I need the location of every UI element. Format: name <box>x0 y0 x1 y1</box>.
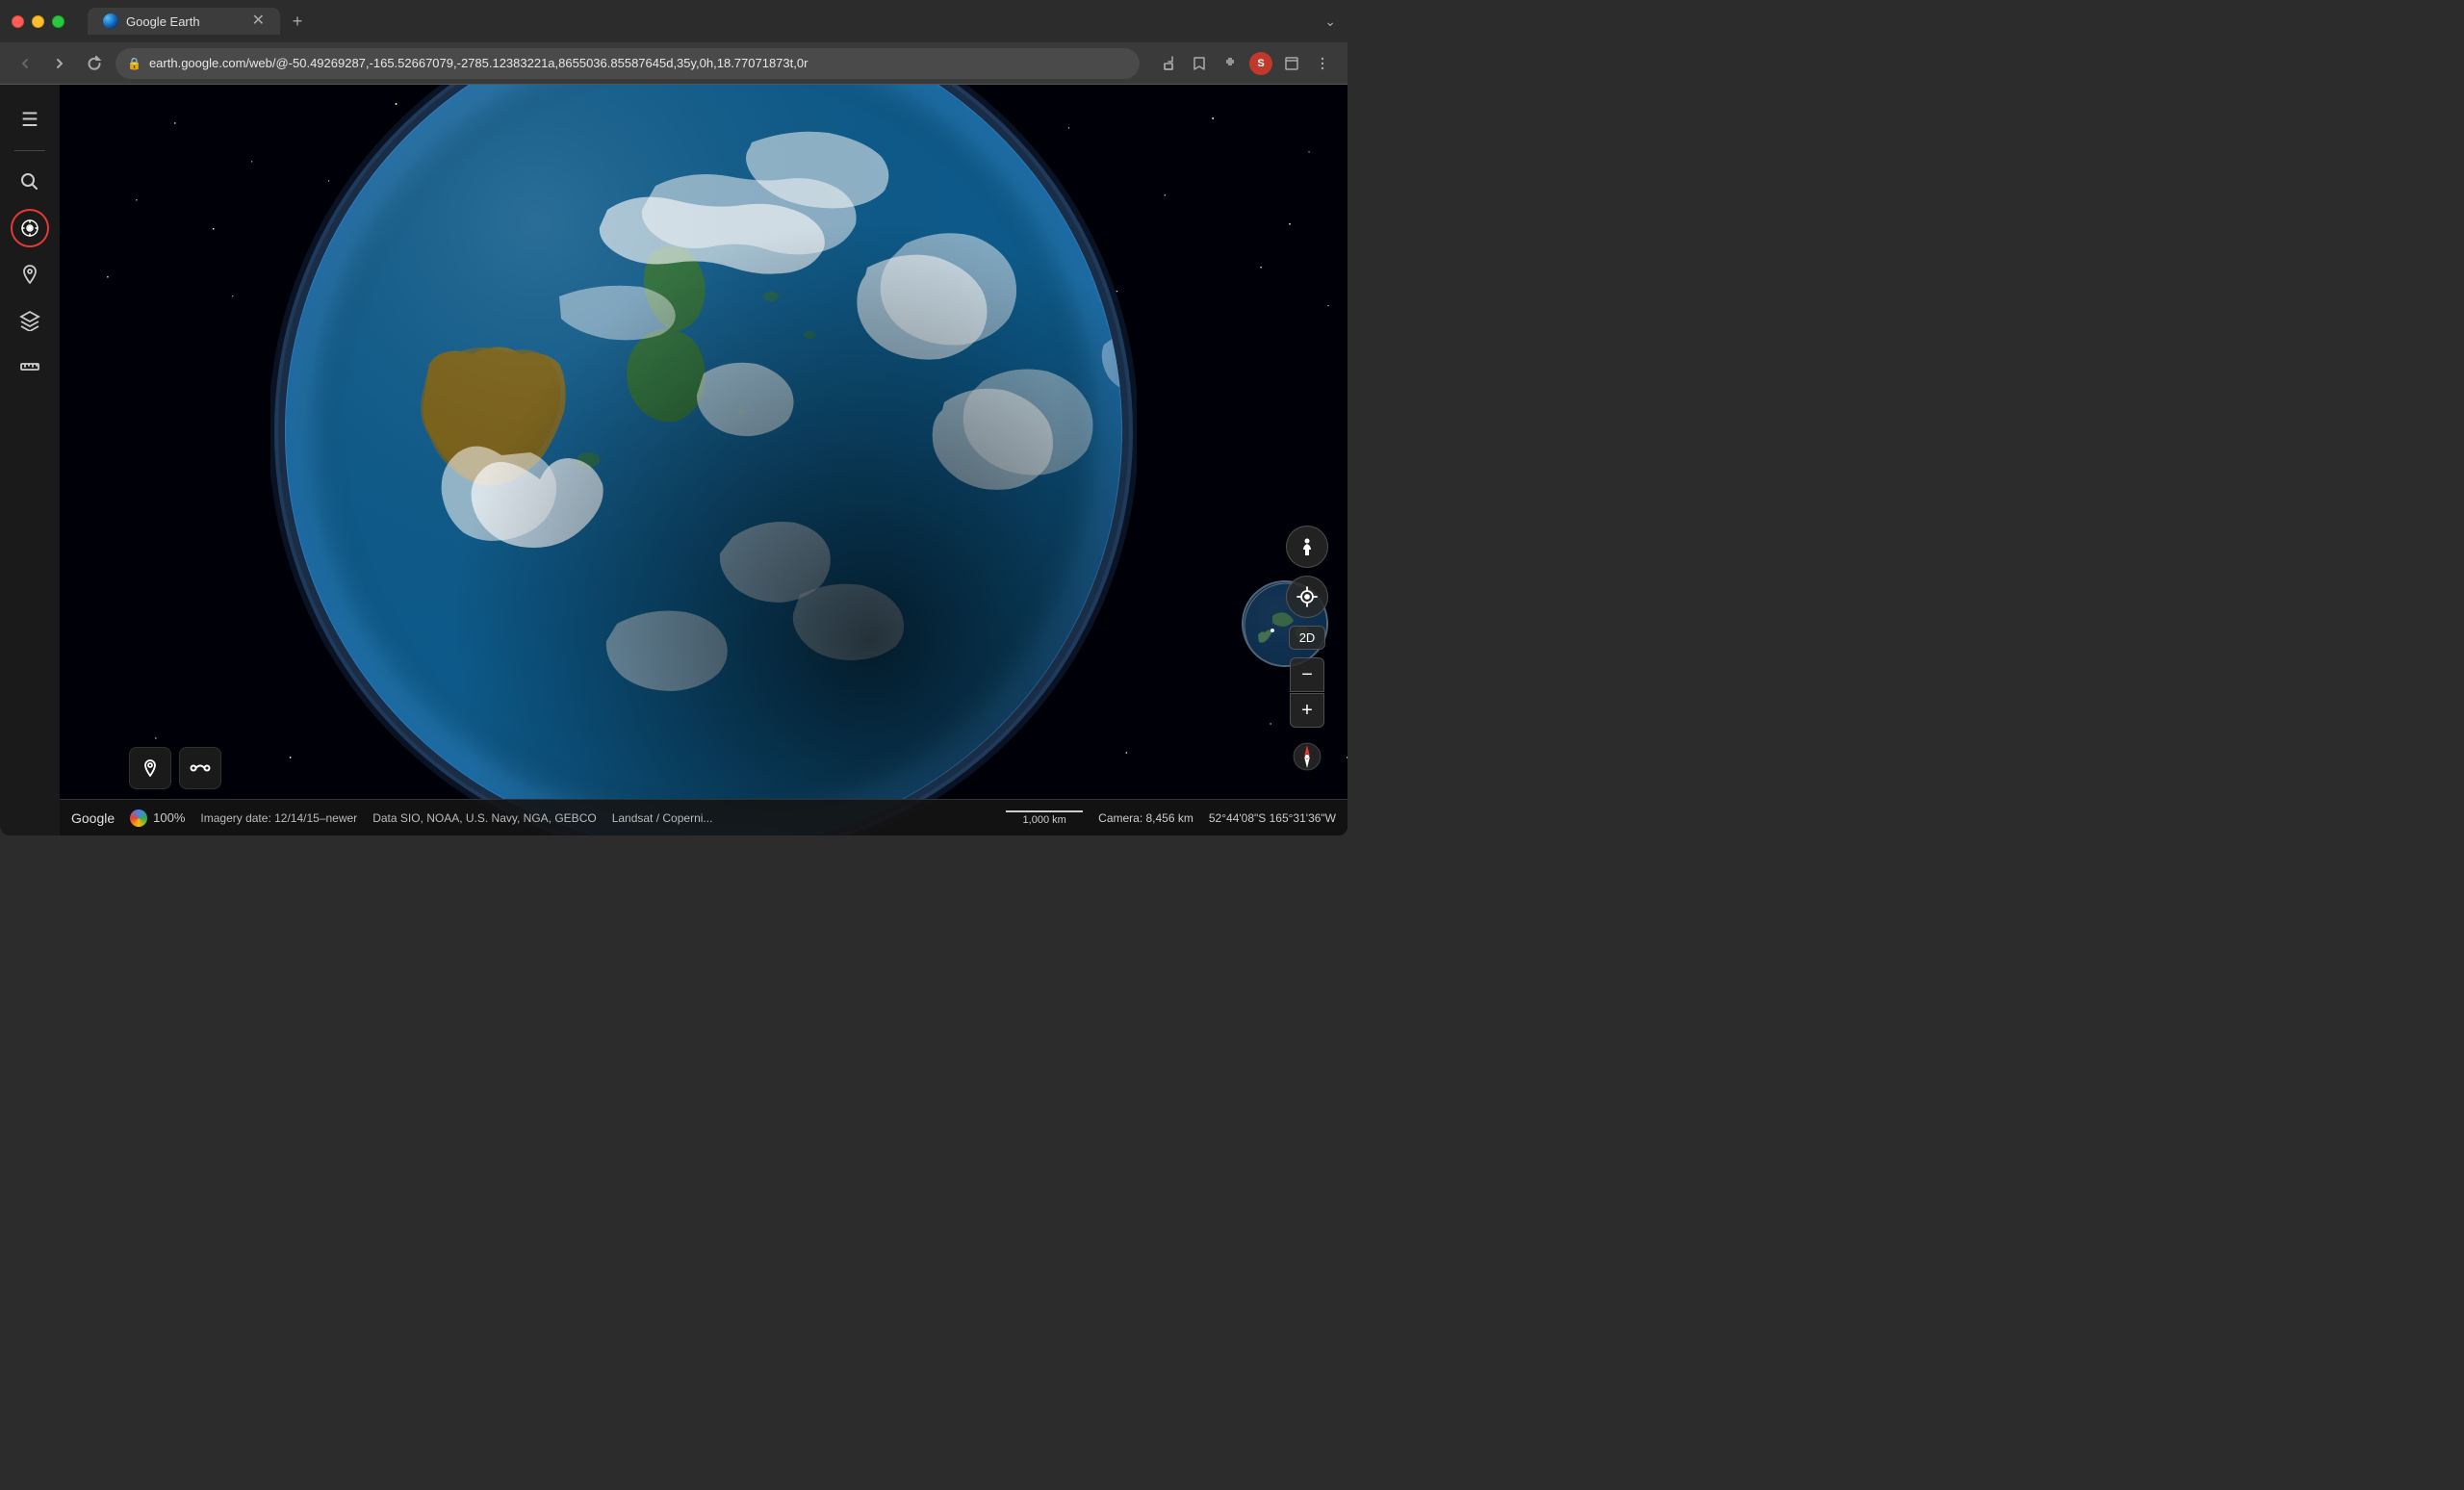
sidebar: ☰ <box>0 85 60 835</box>
earth-view <box>60 85 1348 835</box>
earth-globe <box>270 85 1137 835</box>
route-button[interactable] <box>179 747 221 789</box>
main-area: ☰ <box>0 85 1348 835</box>
scale-indicator: 1,000 km <box>1006 810 1083 826</box>
zoom-minus-button[interactable]: − <box>1290 657 1324 692</box>
back-button[interactable] <box>12 50 38 77</box>
imagery-date: Imagery date: 12/14/15–newer <box>200 811 357 825</box>
maximize-button[interactable] <box>52 15 64 28</box>
tab-favicon <box>103 13 118 29</box>
loading-percent: 100% <box>153 810 185 825</box>
locate-button[interactable] <box>1286 576 1328 618</box>
imagery-attribution: Landsat / Coperni... <box>612 811 713 825</box>
nav-bar: 🔒 earth.google.com/web/@-50.49269287,-16… <box>0 42 1348 85</box>
window-button[interactable] <box>1278 50 1305 77</box>
close-button[interactable] <box>12 15 24 28</box>
forward-button[interactable] <box>46 50 73 77</box>
loading-spinner <box>130 809 147 827</box>
right-controls: 2D − + <box>1286 526 1328 778</box>
refresh-button[interactable] <box>81 50 108 77</box>
voyager-icon-button[interactable] <box>11 209 49 247</box>
lock-icon: 🔒 <box>127 57 141 70</box>
new-tab-button[interactable]: + <box>284 8 311 35</box>
bottom-toolbar <box>129 747 221 789</box>
compass-button[interactable] <box>1286 735 1328 778</box>
traffic-lights <box>12 15 64 28</box>
map-area[interactable]: 2D − + <box>60 85 1348 835</box>
layers-icon-button[interactable] <box>11 301 49 340</box>
menu-button[interactable] <box>1309 50 1336 77</box>
coordinates: 52°44'08"S 165°31'36"W <box>1209 811 1336 825</box>
sidebar-menu-button[interactable]: ☰ <box>11 100 49 139</box>
share-button[interactable] <box>1155 50 1182 77</box>
street-view-button[interactable] <box>1286 526 1328 568</box>
scale-bar: 1,000 km <box>1006 810 1083 826</box>
zoom-plus-button[interactable]: + <box>1290 693 1324 728</box>
location-pin-button[interactable] <box>129 747 171 789</box>
tab-close-button[interactable]: ✕ <box>252 13 265 29</box>
window-chevron[interactable]: ⌄ <box>1324 13 1336 30</box>
data-attribution: Data SIO, NOAA, U.S. Navy, NGA, GEBCO <box>372 811 597 825</box>
scale-line <box>1006 810 1083 812</box>
sidebar-divider-1 <box>14 150 45 151</box>
measure-icon-button[interactable] <box>11 347 49 386</box>
tab-bar: Google Earth ✕ + ⌄ <box>88 8 1336 35</box>
search-icon-button[interactable] <box>11 163 49 201</box>
avatar: S <box>1249 52 1272 75</box>
places-icon-button[interactable] <box>11 255 49 294</box>
extensions-button[interactable] <box>1217 50 1244 77</box>
url-text: earth.google.com/web/@-50.49269287,-165.… <box>149 56 1128 70</box>
profile-button[interactable]: S <box>1247 50 1274 77</box>
bookmark-button[interactable] <box>1186 50 1213 77</box>
minimize-button[interactable] <box>32 15 44 28</box>
title-bar: Google Earth ✕ + ⌄ <box>0 0 1348 42</box>
loading-indicator: 100% <box>130 809 185 827</box>
view-2d-button[interactable]: 2D <box>1289 626 1326 650</box>
tab-title-label: Google Earth <box>126 14 244 29</box>
address-bar[interactable]: 🔒 earth.google.com/web/@-50.49269287,-16… <box>116 48 1140 79</box>
google-label: Google <box>71 810 115 826</box>
active-tab[interactable]: Google Earth ✕ <box>88 8 280 35</box>
status-bar: Google 100% Imagery date: 12/14/15–newer… <box>60 799 1348 835</box>
zoom-controls: − + <box>1290 657 1324 728</box>
camera-info: Camera: 8,456 km <box>1098 811 1194 825</box>
browser-window: Google Earth ✕ + ⌄ 🔒 earth.google.com/we… <box>0 0 1348 835</box>
nav-actions: S <box>1155 50 1336 77</box>
scale-label: 1,000 km <box>1023 814 1066 826</box>
